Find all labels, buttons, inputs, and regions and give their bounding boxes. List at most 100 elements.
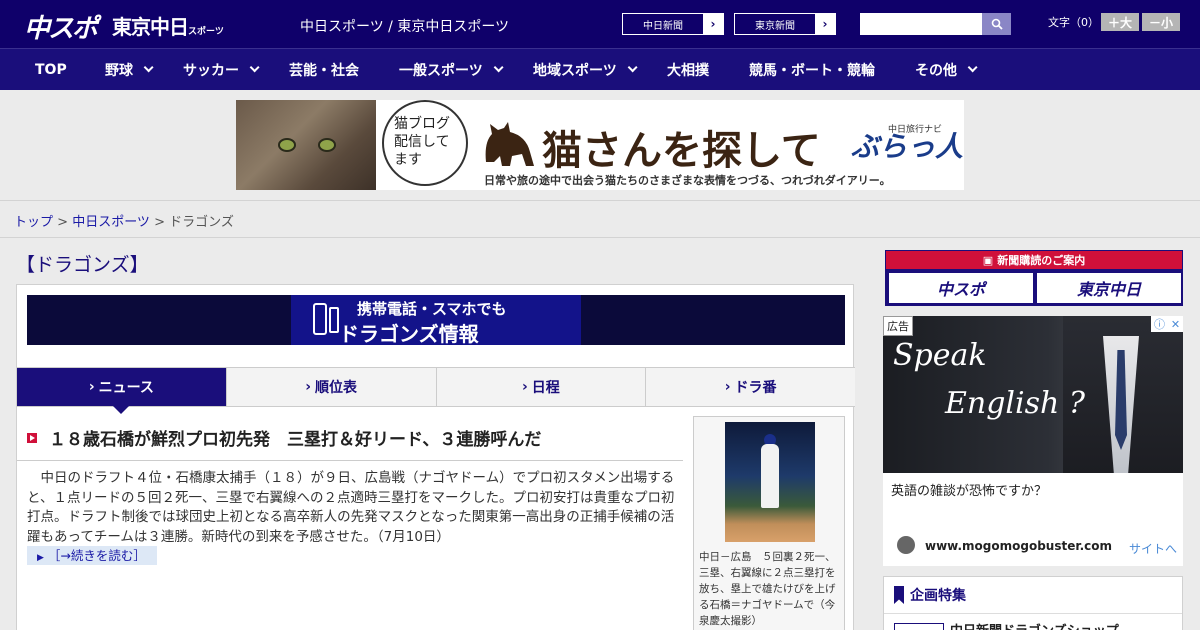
- article-headline-text: １８歳石橋が鮮烈プロ初先発 三塁打＆好リード、３連勝呼んだ: [49, 430, 542, 450]
- nav-label: 芸能・社会: [289, 62, 359, 79]
- nav-item-general-sports[interactable]: 一般スポーツ: [399, 49, 504, 90]
- font-size-label: 文字（0）: [1048, 16, 1099, 29]
- nav-item-racing[interactable]: 競馬・ボート・競輪: [749, 49, 875, 90]
- nav-item-local-sports[interactable]: 地域スポーツ: [533, 49, 638, 90]
- nav-item-other[interactable]: その他: [915, 49, 978, 90]
- chevron-down-icon: [967, 62, 978, 73]
- close-icon: ✕: [1170, 317, 1181, 331]
- breadcrumb-sep: >: [149, 215, 170, 230]
- nav-item-entertainment[interactable]: 芸能・社会: [289, 49, 359, 90]
- main-content: 携帯電話・スマホでも ドラゴンズ情報 › ニュース › 順位表 › 日程 › ドラ番 １…: [16, 284, 855, 630]
- mobile-banner-line2: ドラゴンズ情報: [339, 322, 479, 346]
- photo-caption: 中日－広島 ５回裏２死一、三塁、右翼線に２点三塁打を放ち、塁上で雄たけびを上げる…: [699, 551, 836, 627]
- player-figure: [761, 444, 779, 508]
- font-smaller-button[interactable]: －小: [1142, 13, 1180, 31]
- tokyo-chunichi-logo[interactable]: 東京中日スポーツ: [112, 11, 224, 40]
- chevron-right-icon: ›: [305, 379, 312, 395]
- tab-schedule[interactable]: › 日程: [435, 368, 646, 406]
- ad-script-text: Speak: [893, 338, 987, 373]
- info-icon: ⓘ: [1153, 318, 1165, 331]
- nav-label: TOP: [35, 61, 67, 78]
- cat-photo: [236, 100, 376, 190]
- tokyo-logo-text: 東京中日: [112, 15, 189, 39]
- chunichi-shimbun-button[interactable]: 中日新聞 ›: [622, 13, 724, 35]
- cat-silhouette-icon: [485, 122, 534, 166]
- ad-block[interactable]: Speak English ? 広告 ⓘ ✕ 英語の雑談が恐怖ですか？ www.m…: [883, 316, 1183, 566]
- play-icon: [27, 432, 37, 443]
- tab-label: ニュース: [98, 380, 154, 396]
- ad-choices[interactable]: ⓘ ✕: [1151, 316, 1183, 332]
- article-body: 中日のドラフト４位・石橋康太捕手（１８）が９日、広島戦（ナゴヤドーム）でプロ初ス…: [27, 470, 675, 545]
- page-title: 【ドラゴンズ】: [16, 254, 149, 276]
- subscribe-heading-text: 新聞購読のご案内: [997, 254, 1086, 267]
- nav-label: 大相撲: [667, 62, 709, 79]
- breadcrumb-sep: >: [53, 215, 73, 230]
- breadcrumb-current: ドラゴンズ: [169, 215, 234, 230]
- breadcrumb-top[interactable]: トップ: [14, 215, 53, 230]
- search-input[interactable]: [860, 13, 982, 35]
- chevron-right-icon: ›: [815, 14, 835, 34]
- search-button[interactable]: [982, 13, 1011, 35]
- brand-logo: ぶらっ人: [851, 130, 964, 163]
- chevron-right-icon: ›: [88, 379, 95, 395]
- subscribe-chuspo-button[interactable]: 中スポ: [889, 273, 1033, 303]
- ad-label: 広告: [883, 316, 913, 336]
- chevron-down-icon: [493, 62, 504, 73]
- nav-label: サッカー: [183, 62, 239, 79]
- site-header: 中スポ 東京中日スポーツ 中日スポーツ / 東京中日スポーツ 中日新聞 › 東京…: [0, 0, 1200, 48]
- article-headline[interactable]: １８歳石橋が鮮烈プロ初先発 三塁打＆好リード、３連勝呼んだ: [27, 425, 541, 450]
- nav-label: 野球: [105, 62, 133, 79]
- font-larger-button[interactable]: ＋大: [1101, 13, 1139, 31]
- divider: [17, 460, 683, 461]
- subscribe-heading: ▣ 新聞購読のご案内: [886, 251, 1182, 269]
- ad-script-text: English ?: [945, 386, 1085, 421]
- tokyo-logo-suffix: スポーツ: [188, 27, 224, 37]
- newspaper-icon: ▣: [982, 253, 994, 267]
- mobile-banner-line1: 携帯電話・スマホでも: [357, 300, 507, 318]
- mobile-info-banner[interactable]: 携帯電話・スマホでも ドラゴンズ情報: [27, 295, 845, 346]
- breadcrumb-bar: トップ > 中日スポーツ > ドラゴンズ: [0, 200, 1200, 238]
- cat-eye-right: [318, 138, 336, 152]
- feature-heading: 企画特集: [894, 585, 966, 605]
- section-tabs: › ニュース › 順位表 › 日程 › ドラ番: [17, 367, 855, 414]
- chunichi-shimbun-label: 中日新聞: [643, 20, 683, 32]
- article-photo-card: 中日－広島 ５回裏２死一、三塁、右翼線に２点三塁打を放ち、塁上で雄たけびを上げる…: [693, 416, 845, 630]
- tab-reporter[interactable]: › ドラ番: [645, 368, 855, 406]
- globe-icon: [897, 536, 915, 554]
- read-more-link[interactable]: ▶ ［→続きを読む］: [27, 546, 157, 565]
- breadcrumb-section[interactable]: 中日スポーツ: [72, 215, 150, 230]
- triangle-right-icon: ▶: [37, 553, 44, 563]
- chevron-down-icon: [143, 62, 154, 73]
- nav-item-sumo[interactable]: 大相撲: [667, 49, 709, 90]
- nav-item-soccer[interactable]: サッカー: [183, 49, 260, 90]
- cat-eye-left: [278, 138, 296, 152]
- main-nav: TOP 野球 サッカー 芸能・社会 一般スポーツ 地域スポーツ 大相撲 競馬・ボ…: [0, 48, 1200, 90]
- tab-label: ドラ番: [734, 380, 777, 396]
- nav-label: 競馬・ボート・競輪: [749, 62, 875, 79]
- tab-standings[interactable]: › 順位表: [225, 368, 436, 406]
- ad-visit-link[interactable]: サイトへ: [1129, 540, 1177, 557]
- cat-blog-banner[interactable]: 猫ブログ配信してます 猫さんを探して 日常や旅の途中で出会う猫たちのさまざまな表…: [236, 100, 964, 190]
- site-name: 中日スポーツ / 東京中日スポーツ: [300, 19, 510, 35]
- tokyo-shimbun-label: 東京新聞: [755, 20, 795, 32]
- article-photo[interactable]: [725, 422, 815, 542]
- divider: [884, 613, 1182, 614]
- phone-icon: [313, 303, 327, 335]
- nav-label: 一般スポーツ: [399, 62, 483, 79]
- subscribe-tokyo-button[interactable]: 東京中日: [1037, 273, 1181, 303]
- nav-item-baseball[interactable]: 野球: [105, 49, 154, 90]
- breadcrumb: トップ > 中日スポーツ > ドラゴンズ: [14, 211, 234, 230]
- chuspo-logo[interactable]: 中スポ: [24, 8, 98, 45]
- ribbon-icon: [894, 586, 904, 604]
- tab-label: 順位表: [315, 380, 358, 396]
- mobile-banner-inner: 携帯電話・スマホでも ドラゴンズ情報: [291, 295, 581, 346]
- tokyo-shimbun-button[interactable]: 東京新聞 ›: [734, 13, 836, 35]
- chevron-right-icon: ›: [703, 14, 723, 34]
- tab-news[interactable]: › ニュース: [17, 368, 226, 414]
- chevron-right-icon: ›: [521, 379, 528, 395]
- nav-item-top[interactable]: TOP: [35, 49, 67, 90]
- feature-item[interactable]: 中日新聞ドラゴンズショップ: [950, 620, 1119, 630]
- read-more-label: ［→続きを読む］: [47, 548, 146, 563]
- banner-title: 猫さんを探して: [542, 128, 821, 174]
- ad-image: Speak English ? 広告 ⓘ ✕: [883, 316, 1183, 473]
